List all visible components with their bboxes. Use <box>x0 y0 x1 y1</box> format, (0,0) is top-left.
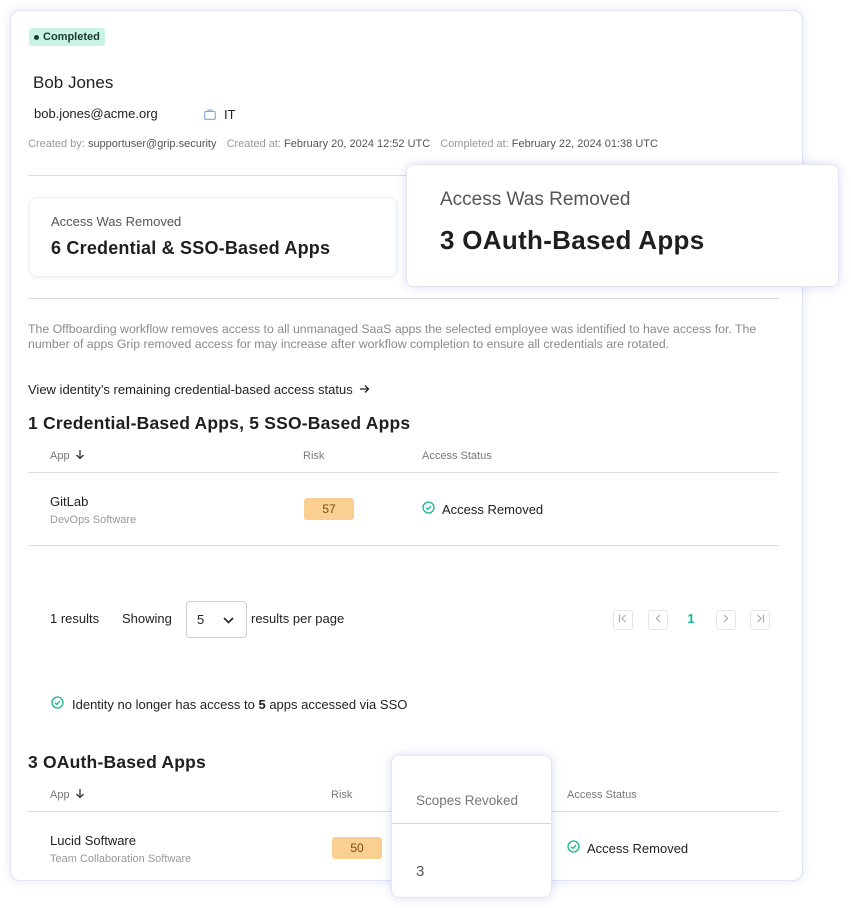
employee-email: bob.jones@acme.org <box>34 106 158 121</box>
sso-note-text: Identity no longer has access to 5 apps … <box>72 697 407 712</box>
app-name: Lucid Software <box>50 833 136 848</box>
column-header-access-status: Access Status <box>422 450 492 462</box>
showing-label: Showing <box>122 611 172 626</box>
offboarding-card: Completed Bob Jones bob.jones@acme.org I… <box>10 10 803 881</box>
scopes-revoked-column: Scopes Revoked 3 <box>391 755 552 898</box>
workflow-meta: Created by: supportuser@grip.security Cr… <box>28 138 658 150</box>
arrow-down-icon <box>75 788 85 802</box>
app-name: GitLab <box>50 494 89 509</box>
oauth-column-header-risk: Risk <box>331 789 353 801</box>
department-label: IT <box>224 107 236 122</box>
status-badge: Completed <box>29 28 105 46</box>
check-circle-icon <box>567 840 580 856</box>
prev-page-button[interactable] <box>648 610 668 630</box>
next-page-icon <box>723 614 729 626</box>
oauth-summary-value: 3 OAuth-Based Apps <box>440 225 705 255</box>
remaining-access-link-label: View identity’s remaining credential-bas… <box>28 382 353 397</box>
remaining-access-link[interactable]: View identity’s remaining credential-bas… <box>28 382 370 397</box>
check-circle-icon <box>422 501 435 517</box>
oauth-summary-label: Access Was Removed <box>440 189 631 210</box>
next-page-button[interactable] <box>716 610 736 630</box>
arrow-right-icon <box>359 382 370 397</box>
first-page-icon <box>618 614 628 626</box>
column-header-app-label: App <box>50 450 70 462</box>
risk-badge: 57 <box>304 498 354 520</box>
oauth-section-title: 3 OAuth-Based Apps <box>28 752 206 772</box>
access-status: Access Removed <box>422 501 543 517</box>
credential-section-title: 1 Credential-Based Apps, 5 SSO-Based App… <box>28 413 411 433</box>
credential-summary-value: 6 Credential & SSO-Based Apps <box>51 238 331 258</box>
created-at-label: Created at: <box>226 138 281 150</box>
table-row[interactable]: GitLab DevOps Software 57 Access Removed <box>11 473 802 545</box>
access-status-label: Access Removed <box>587 840 689 856</box>
briefcase-icon <box>204 109 216 120</box>
per-page-value: 5 <box>197 612 205 627</box>
status-badge-label: Completed <box>43 31 100 43</box>
oauth-column-header-app-label: App <box>50 789 70 801</box>
divider <box>28 298 779 299</box>
arrow-down-icon <box>75 449 85 463</box>
app-category: DevOps Software <box>50 514 137 526</box>
credential-summary-label: Access Was Removed <box>51 214 182 229</box>
results-count: 1 results <box>50 611 100 626</box>
last-page-button[interactable] <box>750 610 770 630</box>
sso-note: Identity no longer has access to 5 apps … <box>51 696 407 712</box>
scopes-revoked-header-label: Scopes Revoked <box>416 793 519 808</box>
created-by-label: Created by: <box>28 138 85 150</box>
created-by-value: supportuser@grip.security <box>87 138 217 150</box>
column-header-risk: Risk <box>303 450 325 462</box>
current-page[interactable]: 1 <box>681 611 701 626</box>
oauth-column-header-app[interactable]: App <box>50 788 85 802</box>
access-status-label: Access Removed <box>442 501 544 517</box>
scopes-revoked-value: 3 <box>416 863 425 880</box>
check-circle-icon <box>51 696 64 712</box>
app-category: Team Collaboration Software <box>50 853 192 865</box>
last-page-icon <box>755 614 765 626</box>
per-page-select[interactable]: 5 <box>186 601 247 638</box>
oauth-column-header-access-status: Access Status <box>567 789 637 801</box>
sso-note-suffix: apps accessed via SSO <box>269 696 408 712</box>
completed-at-value: February 22, 2024 01:38 UTC <box>511 138 658 150</box>
workflow-description: The Offboarding workflow removes access … <box>28 322 757 351</box>
credential-summary-card: Access Was Removed 6 Credential & SSO-Ba… <box>29 197 397 277</box>
status-dot-icon <box>34 34 39 40</box>
table-bottom-divider <box>28 545 779 546</box>
employee-name: Bob Jones <box>33 73 114 92</box>
sso-note-count: 5 <box>258 696 266 712</box>
sso-note-prefix: Identity no longer has access to <box>72 696 255 712</box>
risk-badge: 50 <box>332 837 382 859</box>
oauth-summary-card: Access Was Removed 3 OAuth-Based Apps <box>406 164 839 287</box>
scopes-revoked-header: Scopes Revoked <box>392 756 551 824</box>
column-header-app[interactable]: App <box>50 449 85 463</box>
created-at-value: February 20, 2024 12:52 UTC <box>284 138 431 150</box>
completed-at-label: Completed at: <box>440 138 509 150</box>
prev-page-icon <box>655 614 661 626</box>
per-page-label: results per page <box>251 611 345 626</box>
first-page-button[interactable] <box>613 610 633 630</box>
employee-department: IT <box>204 107 236 122</box>
access-status: Access Removed <box>567 840 688 856</box>
chevron-down-icon <box>223 612 234 627</box>
